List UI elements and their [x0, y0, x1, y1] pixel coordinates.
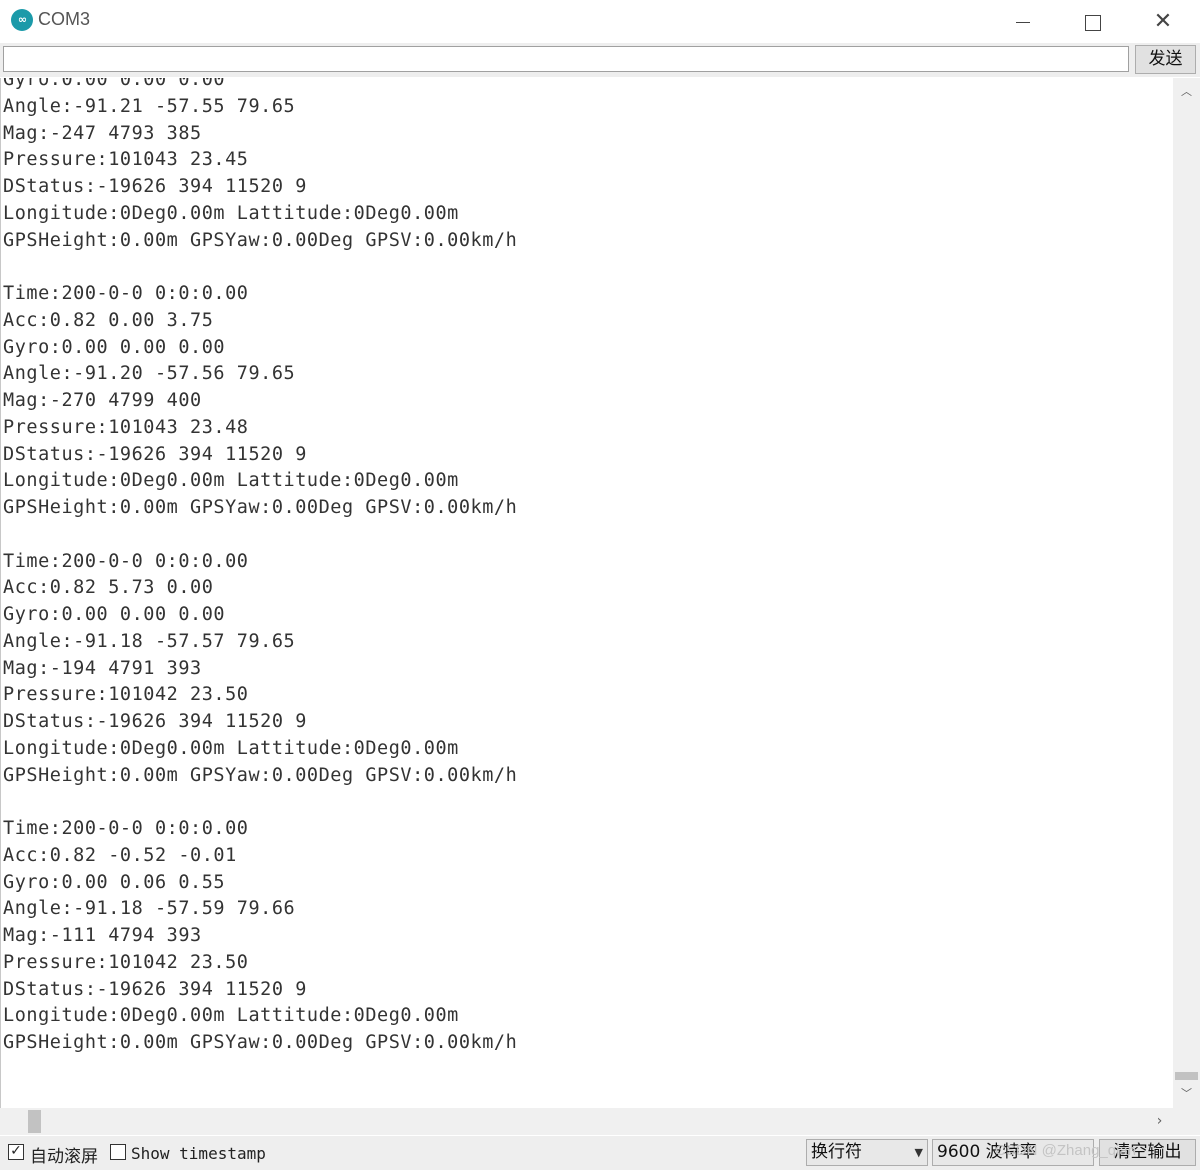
- vertical-scrollbar[interactable]: ︿ ﹀: [1173, 78, 1200, 1108]
- horizontal-scroll-thumb[interactable]: [28, 1110, 41, 1133]
- clear-output-button[interactable]: 清空输出: [1099, 1139, 1196, 1166]
- maximize-icon: [1085, 14, 1101, 31]
- baud-rate-select[interactable]: 9600 波特率: [932, 1139, 1094, 1166]
- arduino-infinity-icon: ∞: [11, 9, 33, 31]
- minimize-icon: [1016, 22, 1030, 23]
- chevron-down-icon: ▼: [914, 1146, 923, 1159]
- window-title: COM3: [38, 9, 91, 29]
- minimize-button[interactable]: [988, 0, 1058, 42]
- send-bar: 发送: [0, 43, 1200, 77]
- close-icon: ✕: [1153, 9, 1173, 34]
- scroll-up-icon[interactable]: ︿: [1173, 78, 1200, 106]
- serial-output-text: Gyro:0.00 0.00 0.00 Angle:-91.21 -57.55 …: [3, 78, 518, 1053]
- horizontal-scrollbar[interactable]: ›: [0, 1108, 1173, 1135]
- close-button[interactable]: ✕: [1128, 0, 1198, 42]
- bottom-bar: ✓ 自动滚屏 Show timestamp 换行符 ▼ 9600 波特率 清空输…: [0, 1136, 1200, 1170]
- title-bar: ∞ COM3 ✕: [0, 0, 1200, 42]
- scroll-down-icon[interactable]: ﹀: [1173, 1080, 1200, 1108]
- line-ending-select[interactable]: 换行符 ▼: [806, 1139, 928, 1166]
- serial-output[interactable]: Gyro:0.00 0.00 0.00 Angle:-91.21 -57.55 …: [0, 78, 1173, 1108]
- autoscroll-label: 自动滚屏: [30, 1147, 98, 1167]
- scroll-left-icon[interactable]: [0, 1108, 27, 1135]
- autoscroll-checkbox[interactable]: ✓: [8, 1144, 24, 1160]
- maximize-button[interactable]: [1058, 0, 1128, 42]
- baud-rate-value: 9600 波特率: [937, 1142, 1037, 1162]
- timestamp-label: Show timestamp: [131, 1144, 266, 1163]
- timestamp-checkbox[interactable]: [110, 1144, 126, 1160]
- send-input[interactable]: [3, 46, 1129, 72]
- vertical-scroll-thumb[interactable]: [1175, 1072, 1198, 1080]
- send-button[interactable]: 发送: [1135, 45, 1196, 74]
- scroll-right-icon[interactable]: ›: [1146, 1108, 1173, 1135]
- scrollbar-corner: [1173, 1108, 1200, 1135]
- line-ending-value: 换行符: [811, 1142, 862, 1162]
